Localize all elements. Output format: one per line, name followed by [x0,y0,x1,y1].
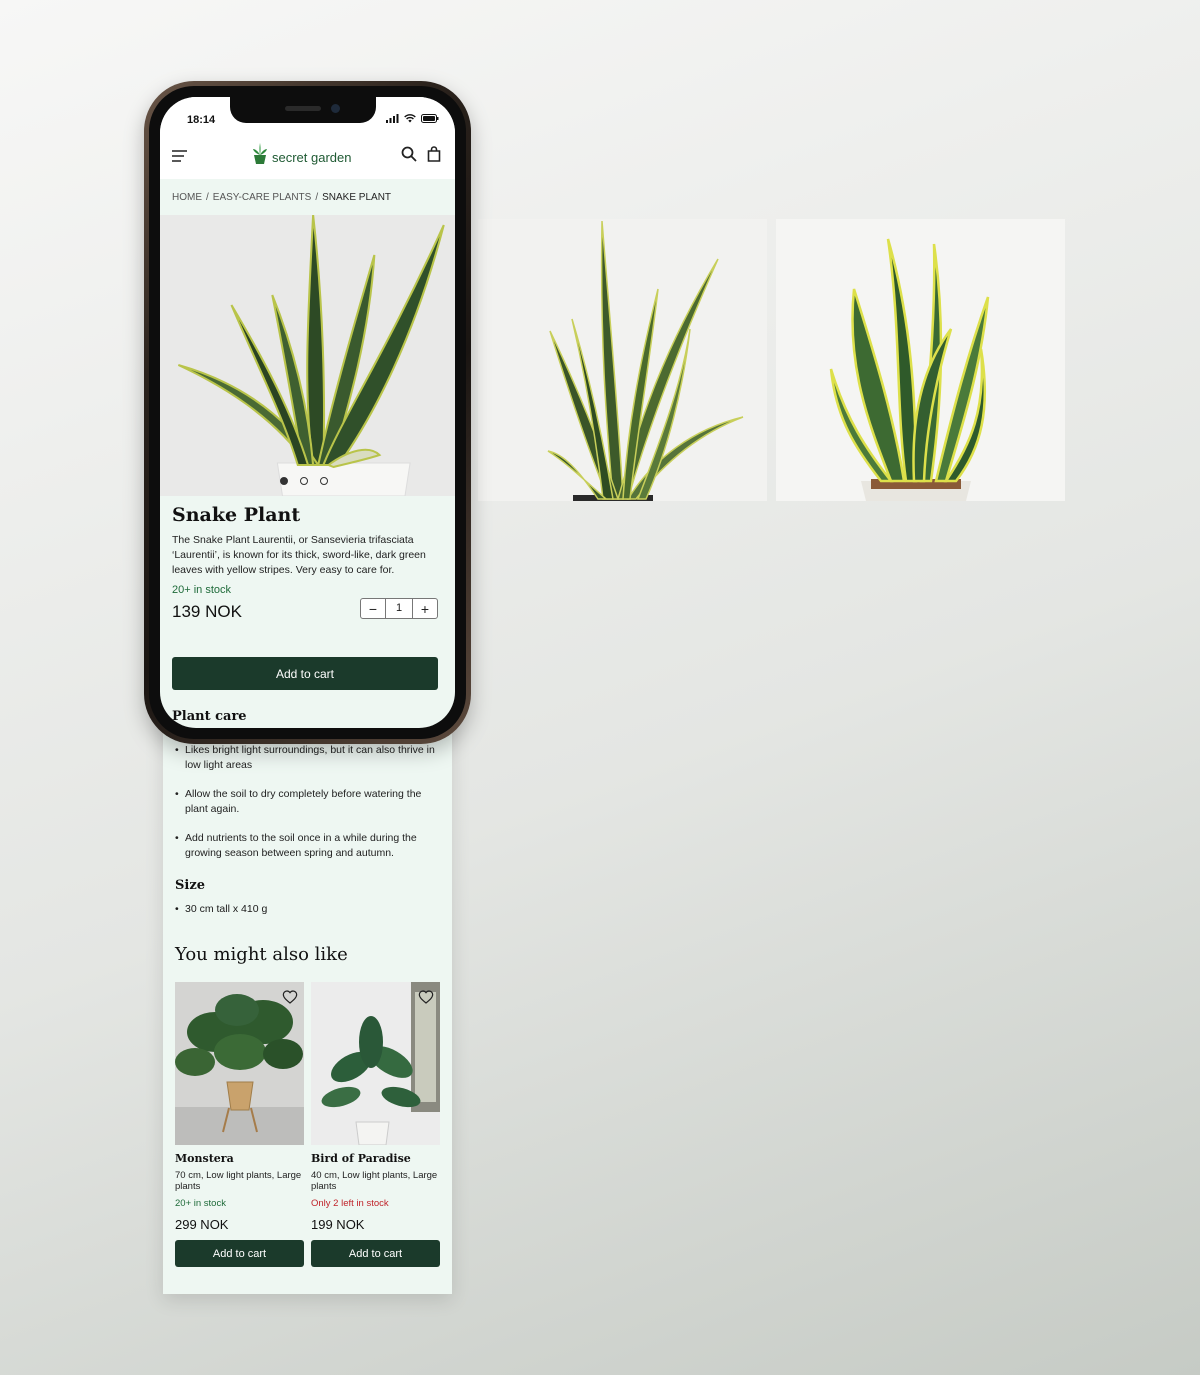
product-card-stock: 20+ in stock [175,1198,226,1209]
size-heading: Size [175,878,205,893]
carousel-dot[interactable] [320,477,328,485]
also-like-heading: You might also like [175,944,348,965]
care-item: Add nutrients to the soil once in a whil… [175,831,435,861]
quantity-stepper[interactable]: − 1 + [360,598,438,619]
product-info: Snake Plant The Snake Plant Laurentii, o… [172,504,438,626]
heart-icon[interactable] [418,989,434,1005]
battery-icon [421,114,439,123]
status-time: 18:14 [187,114,216,126]
product-image-carousel[interactable] [160,215,455,496]
brand-name: secret garden [272,149,352,165]
gallery-image-3 [776,219,1065,501]
add-to-cart-button[interactable]: Add to cart [172,657,438,690]
wifi-icon [404,114,416,123]
quantity-value[interactable]: 1 [385,599,413,618]
product-card-image[interactable] [175,982,304,1145]
product-card-price: 199 NOK [311,1217,365,1232]
status-icons [386,114,439,123]
plant-pot-logo-icon [253,143,267,164]
site-header: secret garden [160,137,455,179]
stock-status: 20+ in stock [172,584,232,596]
size-value: 30 cm tall x 410 g [175,903,267,915]
heart-icon[interactable] [282,989,298,1005]
brand-logo[interactable]: secret garden [252,143,352,165]
product-description: The Snake Plant Laurentii, or Sansevieri… [172,534,426,576]
product-card-meta: 40 cm, Low light plants, Large plants [311,1170,438,1192]
camera [331,104,340,113]
shopping-bag-icon[interactable] [427,146,441,162]
breadcrumb-category[interactable]: EASY-CARE PLANTS [213,192,312,203]
increase-quantity-button[interactable]: + [413,599,437,618]
phone-screen: 18:14 secret garden HOME / EASY-CARE PLA… [160,97,455,728]
phone-frame: 18:14 secret garden HOME / EASY-CARE PLA… [144,81,471,744]
carousel-dot[interactable] [280,477,288,485]
menu-icon[interactable] [172,148,188,164]
breadcrumb: HOME / EASY-CARE PLANTS / SNAKE PLANT [160,179,455,215]
notch [230,97,376,123]
product-price: 139 NOK [172,602,242,621]
carousel-dot[interactable] [300,477,308,485]
product-card-name: Monstera [175,1152,234,1165]
product-card-stock: Only 2 left in stock [311,1198,389,1209]
care-item: Likes bright light surroundings, but it … [175,743,435,773]
care-item: Allow the soil to dry completely before … [175,787,435,817]
breadcrumb-separator: / [206,191,209,203]
price-row: 139 NOK − 1 + [172,598,438,626]
gallery-image-2 [478,219,767,501]
product-hero-image [160,215,455,496]
plant-care-heading: Plant care [172,709,247,724]
breadcrumb-current: SNAKE PLANT [322,191,392,203]
decrease-quantity-button[interactable]: − [361,599,385,618]
breadcrumb-home[interactable]: HOME [172,192,202,203]
plant-care-list: Likes bright light surroundings, but it … [175,743,435,875]
carousel-dots [280,477,328,485]
product-card-price: 299 NOK [175,1217,229,1232]
product-card-bird-of-paradise[interactable]: Bird of Paradise 40 cm, Low light plants… [311,982,440,1267]
search-icon[interactable] [401,146,417,162]
product-card-meta: 70 cm, Low light plants, Large plants [175,1170,302,1192]
speaker [285,106,321,111]
product-title: Snake Plant [172,504,301,526]
product-card-monstera[interactable]: Monstera 70 cm, Low light plants, Large … [175,982,304,1267]
product-card-image[interactable] [311,982,440,1145]
add-to-cart-button[interactable]: Add to cart [175,1240,304,1267]
signal-icon [386,114,399,123]
phone-bezel: 18:14 secret garden HOME / EASY-CARE PLA… [149,86,466,739]
add-to-cart-button[interactable]: Add to cart [311,1240,440,1267]
breadcrumb-separator: / [315,191,319,203]
product-card-name: Bird of Paradise [311,1152,411,1165]
